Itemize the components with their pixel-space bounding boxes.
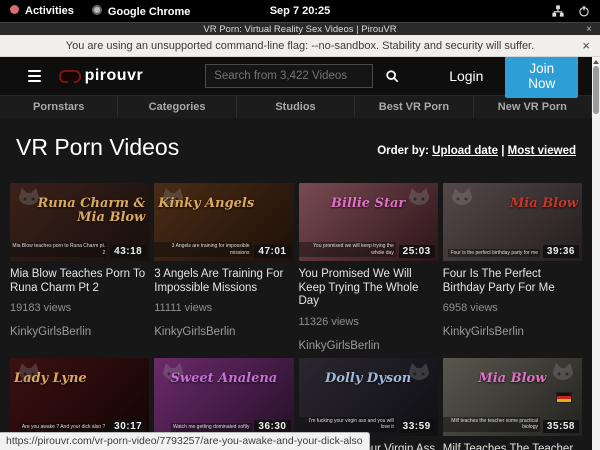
nav-item[interactable]: New VR Porn: [474, 96, 592, 118]
video-title[interactable]: Milf Teaches The Teacher Some Practical …: [443, 443, 582, 450]
infobar-close-icon[interactable]: ×: [582, 38, 590, 53]
thumbnail-caption: You promised we will keep trying the who…: [299, 242, 396, 257]
video-thumbnail[interactable]: Sweet Analena Watch me getting dominated…: [154, 358, 293, 436]
video-thumbnail[interactable]: Lady Lyne Are you awake ? And your dick …: [10, 358, 149, 436]
order-most-viewed-link[interactable]: Most viewed: [508, 145, 576, 157]
power-icon[interactable]: [578, 5, 590, 17]
thumbnail-performer-name: Mia Blow: [447, 197, 578, 211]
thumbnail-performer-name: Sweet Analena: [158, 372, 289, 386]
heading-row: VR Porn Videos Order by: Upload date | M…: [0, 118, 592, 161]
duration-badge: 43:18: [110, 245, 146, 258]
warning-infobar: You are using an unsupported command-lin…: [0, 35, 600, 57]
thumbnail-caption: Are you awake ? And your dick also ?: [20, 423, 107, 432]
duration-badge: 39:36: [543, 245, 579, 258]
video-studio-link[interactable]: KinkyGirlsBerlin: [154, 326, 293, 338]
thumbnail-performer-name: Lady Lyne: [14, 372, 145, 386]
order-by-label: Order by:: [377, 145, 429, 157]
app-menu-button[interactable]: Google Chrome: [92, 5, 191, 18]
activities-label: Activities: [25, 5, 74, 17]
video-card[interactable]: Billie Star You promised we will keep tr…: [299, 183, 438, 352]
video-studio-link[interactable]: KinkyGirlsBerlin: [299, 340, 438, 352]
video-card[interactable]: Mia Blow Four is the perfect birthday pa…: [443, 183, 582, 352]
video-views: 19183 views: [10, 302, 149, 314]
video-card[interactable]: Kinky Angels 3 Angels are training for i…: [154, 183, 293, 352]
status-url-tooltip: https://pirouvr.com/vr-porn-video/779325…: [0, 432, 370, 450]
site-logo[interactable]: pirouvr: [59, 67, 144, 85]
video-views: 6958 views: [443, 302, 582, 314]
chrome-icon: [92, 5, 102, 15]
scrollbar-thumb[interactable]: [593, 66, 599, 114]
video-thumbnail[interactable]: Runa Charm & Mia Blow Mia Blow teaches p…: [10, 183, 149, 261]
thumbnail-caption: Mia Blow teaches porn to Runa Charm pt. …: [10, 242, 107, 257]
thumbnail-performer-name: Mia Blow: [447, 372, 578, 386]
video-studio-link[interactable]: KinkyGirlsBerlin: [10, 326, 149, 338]
thumbnail-caption: Watch me getting dominated softly: [171, 423, 252, 432]
thumbnail-performer-name: Billie Star: [303, 197, 434, 211]
thumbnail-performer-name: Dolly Dyson: [303, 372, 434, 386]
page-title: VR Porn Videos: [16, 134, 179, 161]
site-header: pirouvr Login Join Now: [0, 57, 592, 95]
duration-badge: 36:30: [254, 420, 290, 433]
nav-item[interactable]: Categories: [118, 96, 236, 118]
tab-title[interactable]: VR Porn: Virtual Reality Sex Videos | Pi…: [203, 24, 396, 35]
video-title[interactable]: Four Is The Perfect Birthday Party For M…: [443, 268, 582, 295]
activities-button[interactable]: Activities: [10, 5, 74, 17]
app-menu-label: Google Chrome: [108, 6, 191, 18]
video-studio-link[interactable]: KinkyGirlsBerlin: [443, 326, 582, 338]
site-logo-text: pirouvr: [85, 67, 144, 85]
video-title[interactable]: 3 Angels Are Training For Impossible Mis…: [154, 268, 293, 295]
video-thumbnail[interactable]: Billie Star You promised we will keep tr…: [299, 183, 438, 261]
network-icon[interactable]: [552, 5, 564, 17]
video-card[interactable]: Runa Charm & Mia Blow Mia Blow teaches p…: [10, 183, 149, 352]
search-area: [205, 64, 411, 88]
duration-badge: 33:59: [399, 420, 435, 433]
activities-dot-icon: [10, 5, 19, 14]
video-card[interactable]: Mia Blow Milf teaches the teacher some p…: [443, 358, 582, 450]
thumbnail-performer-name: Runa Charm & Mia Blow: [14, 197, 145, 224]
video-thumbnail[interactable]: Dolly Dyson I'm fucking your virgin ass …: [299, 358, 438, 436]
video-title[interactable]: You Promised We Will Keep Trying The Who…: [299, 268, 438, 309]
duration-badge: 47:01: [254, 245, 290, 258]
duration-badge: 30:17: [110, 420, 146, 433]
video-grid: Runa Charm & Mia Blow Mia Blow teaches p…: [0, 183, 592, 450]
video-title[interactable]: Mia Blow Teaches Porn To Runa Charm Pt 2: [10, 268, 149, 295]
nav-menu: PornstarsCategoriesStudiosBest VR PornNe…: [0, 95, 592, 118]
video-thumbnail[interactable]: Kinky Angels 3 Angels are training for i…: [154, 183, 293, 261]
search-icon: [385, 69, 399, 83]
nav-item[interactable]: Studios: [237, 96, 355, 118]
order-by: Order by: Upload date | Most viewed: [377, 145, 576, 161]
scrollbar-up-arrow-icon[interactable]: [593, 60, 599, 64]
browser-tab-bar: VR Porn: Virtual Reality Sex Videos | Pi…: [0, 22, 600, 35]
hamburger-menu-icon[interactable]: [28, 70, 41, 82]
page-scrollbar[interactable]: [592, 57, 600, 450]
search-button[interactable]: [373, 64, 411, 88]
join-now-button[interactable]: Join Now: [505, 57, 578, 98]
search-input[interactable]: [205, 64, 373, 88]
order-upload-date-link[interactable]: Upload date: [432, 145, 498, 157]
vr-goggles-icon: [59, 70, 81, 83]
duration-badge: 25:03: [399, 245, 435, 258]
login-link[interactable]: Login: [449, 68, 483, 84]
warning-message: You are using an unsupported command-lin…: [66, 40, 534, 52]
tab-close-icon[interactable]: ×: [586, 24, 592, 35]
thumbnail-caption: Milf teaches the teacher some practical …: [443, 417, 540, 432]
thumbnail-performer-name: Kinky Angels: [158, 197, 289, 211]
german-flag-icon: [556, 392, 572, 403]
duration-badge: 35:58: [543, 420, 579, 433]
page-viewport: pirouvr Login Join Now PornstarsCategori…: [0, 57, 600, 450]
video-views: 11111 views: [154, 302, 293, 314]
video-thumbnail[interactable]: Mia Blow Four is the perfect birthday pa…: [443, 183, 582, 261]
thumbnail-caption: I'm fucking your virgin ass and you will…: [299, 417, 396, 432]
system-top-bar: Activities Google Chrome Sep 7 20:25: [0, 0, 600, 22]
screen: Activities Google Chrome Sep 7 20:25 VR …: [0, 0, 600, 450]
video-thumbnail[interactable]: Mia Blow Milf teaches the teacher some p…: [443, 358, 582, 436]
thumbnail-caption: Four is the perfect birthday party for m…: [448, 249, 540, 258]
nav-item[interactable]: Best VR Porn: [355, 96, 473, 118]
thumbnail-caption: 3 Angels are training for impossible mis…: [154, 242, 251, 257]
nav-item[interactable]: Pornstars: [0, 96, 118, 118]
order-separator: |: [501, 145, 504, 157]
video-views: 11326 views: [299, 316, 438, 328]
